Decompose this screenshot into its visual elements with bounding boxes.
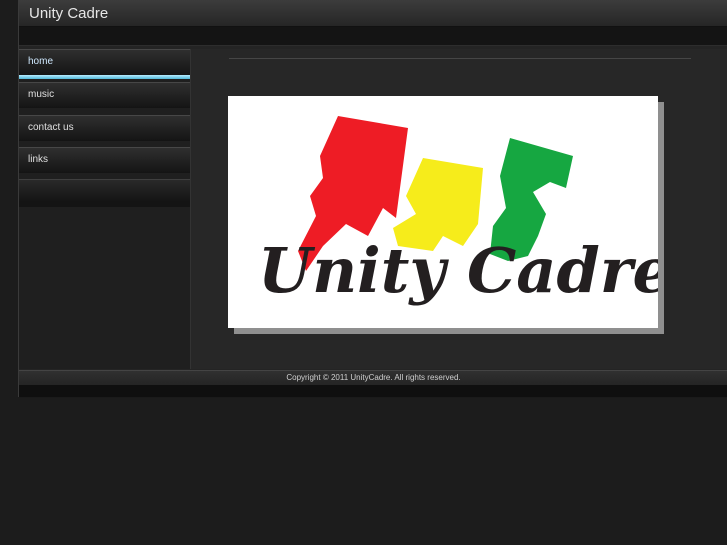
- unity-cadre-logo: Unity Cadre: [258, 116, 658, 307]
- nav-item-label: contact us: [28, 122, 74, 133]
- logo-wordmark: Unity Cadre: [258, 234, 658, 307]
- sidebar-nav: home music contact us links: [19, 49, 191, 369]
- footer: Copyright © 2011 UnityCadre. All rights …: [19, 370, 727, 398]
- nav-filler: [19, 179, 190, 207]
- nav-item-contact-us[interactable]: contact us: [19, 115, 190, 141]
- header-bar: Unity Cadre: [19, 0, 727, 27]
- main-content: Unity Cadre: [191, 49, 727, 369]
- footer-band: [19, 385, 727, 397]
- nav-item-links[interactable]: links: [19, 147, 190, 173]
- page-container: Unity Cadre home music contact us links: [18, 0, 727, 398]
- content-divider: [229, 58, 691, 59]
- nav-item-home[interactable]: home: [19, 49, 190, 79]
- nav-item-label: links: [28, 154, 49, 165]
- nav-item-label: music: [28, 89, 55, 100]
- copyright-text: Copyright © 2011 UnityCadre. All rights …: [286, 373, 461, 382]
- nav-item-music[interactable]: music: [19, 82, 190, 108]
- logo-image: Unity Cadre: [228, 96, 658, 328]
- site-title: Unity Cadre: [29, 5, 109, 22]
- header-band: [19, 27, 727, 46]
- nav-item-label: home: [28, 56, 54, 67]
